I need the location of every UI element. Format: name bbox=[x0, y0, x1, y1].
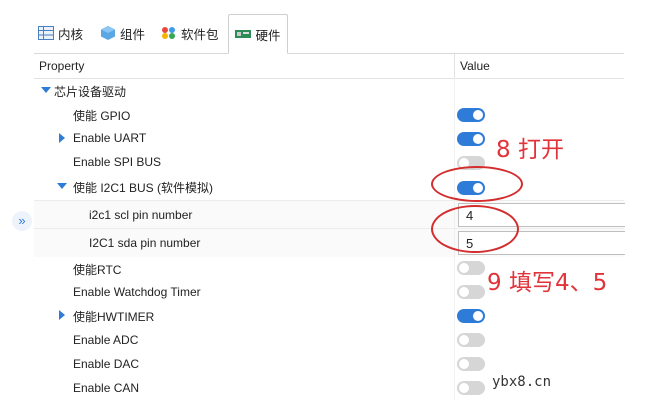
tab-hardware[interactable]: 硬件 bbox=[228, 14, 288, 54]
group-label: 芯片设备驱动 bbox=[54, 85, 127, 99]
board-icon bbox=[235, 27, 252, 41]
row-adc: Enable ADC bbox=[34, 328, 624, 352]
row-hwtimer: 使能HWTIMER bbox=[34, 304, 624, 328]
tab-kernel[interactable]: 内核 bbox=[38, 14, 83, 52]
palette-icon bbox=[161, 26, 177, 40]
tab-bar: 内核 组件 软件包 硬件 bbox=[34, 8, 624, 54]
property-label: Enable CAN bbox=[73, 381, 140, 395]
group-row-chip-drivers[interactable]: 芯片设备驱动 bbox=[34, 78, 624, 102]
property-label: I2C1 sda pin number bbox=[89, 236, 201, 250]
tab-label: 硬件 bbox=[255, 28, 281, 43]
property-label: Enable Watchdog Timer bbox=[73, 285, 201, 299]
row-i2c1: 使能 I2C1 BUS (软件模拟) bbox=[34, 174, 624, 198]
row-i2c1-scl: i2c1 scl pin number 4 bbox=[34, 200, 625, 229]
tab-components[interactable]: 组件 bbox=[100, 14, 145, 52]
annotation-step9: 9 填写4、5 bbox=[487, 270, 608, 296]
property-label: Enable DAC bbox=[73, 357, 140, 371]
gpio-toggle[interactable] bbox=[457, 108, 485, 122]
property-label: Enable ADC bbox=[73, 333, 139, 347]
highlight-ring-i2c1 bbox=[431, 166, 523, 202]
row-dac: Enable DAC bbox=[34, 352, 624, 376]
adc-toggle[interactable] bbox=[457, 333, 485, 347]
expand-caret-icon[interactable] bbox=[57, 183, 67, 189]
property-label: 使能RTC bbox=[73, 263, 122, 277]
cube-icon bbox=[100, 26, 116, 40]
watermark-text: ybx8.cn bbox=[492, 374, 552, 390]
watchdog-toggle[interactable] bbox=[457, 285, 485, 299]
left-collapsed-strip: » bbox=[0, 0, 34, 414]
grid-header: Property Value bbox=[34, 54, 624, 79]
property-label: 使能HWTIMER bbox=[73, 310, 155, 324]
value-column-header: Value bbox=[460, 59, 490, 73]
settings-panel: 内核 组件 软件包 硬件 Property Value 芯片设备驱动 使能 GP… bbox=[34, 8, 625, 414]
expand-caret-icon[interactable] bbox=[59, 133, 65, 143]
property-column-header: Property bbox=[39, 59, 85, 73]
uart-toggle[interactable] bbox=[457, 132, 485, 146]
expand-panel-icon[interactable]: » bbox=[12, 211, 32, 231]
rtc-toggle[interactable] bbox=[457, 261, 485, 275]
row-gpio: 使能 GPIO bbox=[34, 102, 624, 126]
property-label: i2c1 scl pin number bbox=[89, 208, 193, 222]
table-icon bbox=[38, 26, 54, 40]
annotation-step8: 8 打开 bbox=[496, 137, 564, 163]
property-label: Enable SPI BUS bbox=[73, 155, 162, 169]
tab-label: 内核 bbox=[58, 27, 84, 42]
expand-caret-icon[interactable] bbox=[41, 87, 51, 93]
row-i2c1-sda: I2C1 sda pin number 5 bbox=[34, 228, 625, 257]
tab-label: 组件 bbox=[120, 27, 146, 42]
highlight-ring-pins bbox=[431, 205, 519, 253]
property-label: Enable UART bbox=[73, 131, 147, 145]
hwtimer-toggle[interactable] bbox=[457, 309, 485, 323]
expand-caret-icon[interactable] bbox=[59, 310, 65, 320]
can-toggle[interactable] bbox=[457, 381, 485, 395]
tab-label: 软件包 bbox=[181, 27, 219, 42]
dac-toggle[interactable] bbox=[457, 357, 485, 371]
tab-packages[interactable]: 软件包 bbox=[161, 14, 219, 52]
property-label: 使能 GPIO bbox=[73, 109, 131, 123]
property-label: 使能 I2C1 BUS (软件模拟) bbox=[73, 181, 214, 195]
